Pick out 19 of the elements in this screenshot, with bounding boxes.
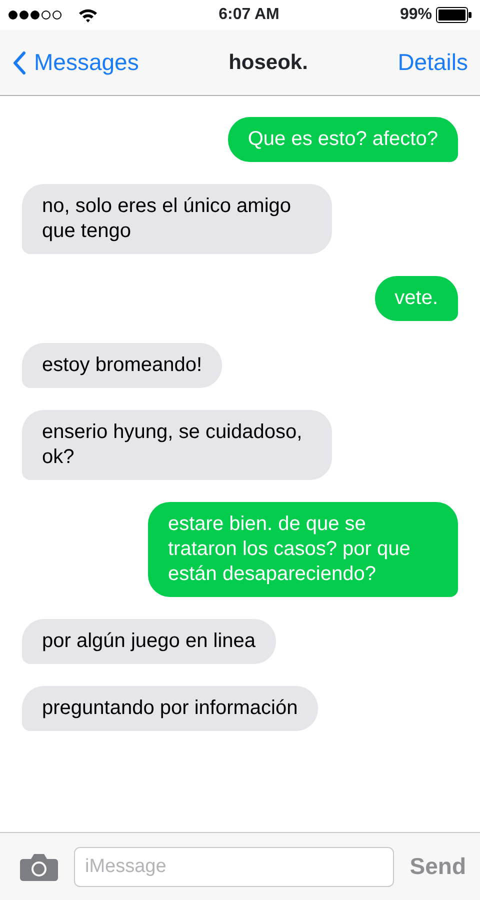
received-message-bubble: enserio hyung, se cuidadoso, ok? <box>22 410 332 480</box>
sent-message-bubble: vete. <box>374 276 458 321</box>
received-message-bubble: preguntando por información <box>22 686 318 731</box>
signal-icon <box>8 10 62 20</box>
status-time: 6:07 AM <box>218 5 280 25</box>
sent-message-bubble: Que es esto? afecto? <box>228 117 458 162</box>
sent-message-bubble: estare bien. de que se trataron los casos? por que están desapareciendo? <box>148 502 458 597</box>
details-link[interactable]: Details <box>398 45 468 80</box>
wifi-icon <box>78 8 98 22</box>
conversation-title: hoseok. <box>228 50 308 76</box>
battery-percent: 99% <box>400 5 432 25</box>
received-message-bubble: por algún juego en linea <box>22 619 276 664</box>
battery-icon <box>436 7 472 23</box>
received-message-bubble: estoy bromeando! <box>22 343 222 388</box>
back-button[interactable]: Messages <box>12 45 139 80</box>
message-input[interactable]: iMessage <box>74 846 394 886</box>
camera-icon[interactable] <box>20 852 58 880</box>
received-message-bubble: no, solo eres el único amigo que tengo <box>22 184 332 254</box>
chevron-left-icon <box>12 50 26 74</box>
